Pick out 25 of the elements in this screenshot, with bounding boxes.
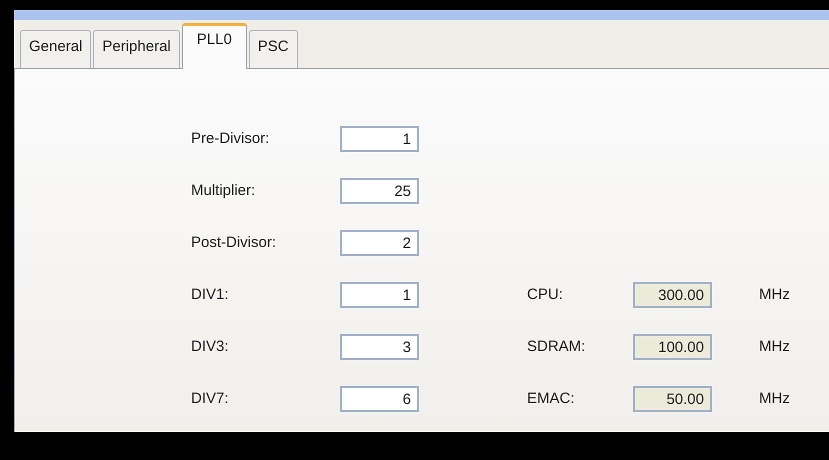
unit-label: MHz xyxy=(759,388,790,409)
field-label: DIV3: xyxy=(191,336,230,357)
field-label: DIV7: xyxy=(191,388,230,409)
field-label: DIV1: xyxy=(191,284,230,305)
unit-label: MHz xyxy=(759,284,790,305)
tab[interactable]: General xyxy=(20,30,92,68)
field-label: CPU: xyxy=(527,284,564,305)
output-field[interactable]: 100.00 xyxy=(633,334,712,360)
input-field[interactable]: 1 xyxy=(340,282,419,308)
input-field[interactable]: 1 xyxy=(340,126,419,152)
field-label: Post-Divisor: xyxy=(191,232,278,253)
tab[interactable]: PLL0 xyxy=(182,23,247,69)
field-label: Pre-Divisor: xyxy=(191,128,270,149)
field-label: SDRAM: xyxy=(527,336,586,357)
field-label: Multiplier: xyxy=(191,180,256,201)
tab[interactable]: PSC xyxy=(248,30,298,68)
tab[interactable]: Peripheral xyxy=(93,30,180,68)
output-field[interactable]: 50.00 xyxy=(633,386,712,412)
input-field[interactable]: 3 xyxy=(340,334,419,360)
input-field[interactable]: 25 xyxy=(340,178,419,204)
field-label: EMAC: xyxy=(527,388,576,409)
input-field[interactable]: 6 xyxy=(340,386,419,412)
unit-label: MHz xyxy=(759,336,790,357)
output-field[interactable]: 300.00 xyxy=(633,282,712,308)
input-field[interactable]: 2 xyxy=(340,230,419,256)
